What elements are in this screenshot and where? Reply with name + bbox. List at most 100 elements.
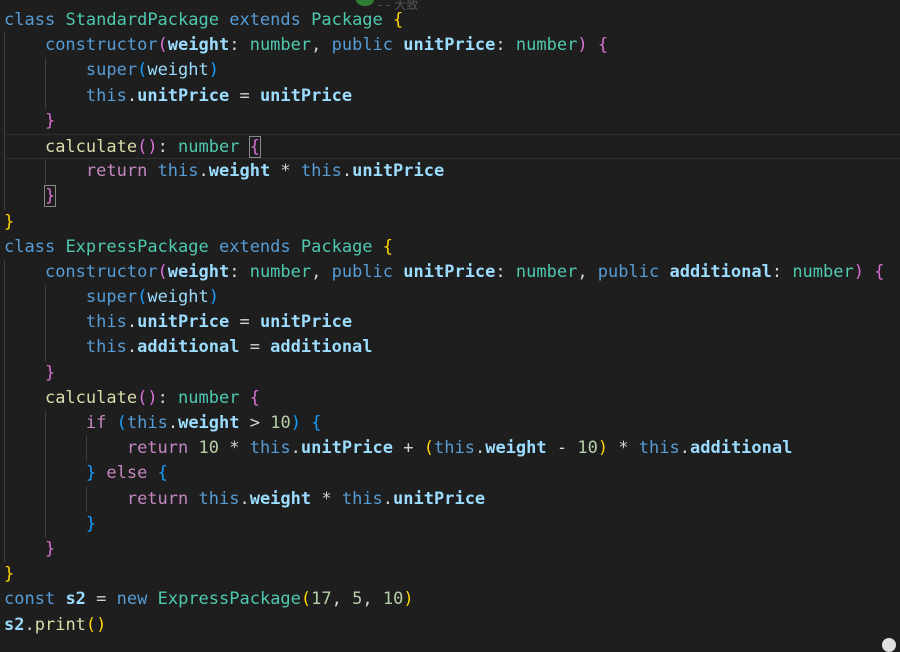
code-token: } [4, 211, 15, 232]
indentation [4, 489, 127, 509]
code-token: * [311, 488, 342, 509]
code-token: ( [423, 438, 434, 459]
indent-guide [4, 259, 5, 286]
code-token: 17 [311, 589, 332, 610]
code-token: , [311, 261, 332, 282]
code-token: * [218, 438, 250, 459]
code-token: ExpressPackage [157, 589, 301, 610]
code-token: { [382, 236, 394, 257]
code-token: this [126, 413, 168, 433]
code-line[interactable]: constructor(weight: number, public unitP… [4, 259, 900, 286]
code-token: > [239, 413, 271, 433]
code-token: print [34, 614, 86, 635]
code-token: * [270, 161, 301, 182]
code-line[interactable]: class StandardPackage extends Package { [4, 8, 900, 33]
code-token: ) [597, 438, 609, 459]
code-token: ) [853, 261, 864, 282]
code-token: 10 [198, 438, 219, 459]
code-token: } [4, 564, 15, 585]
code-line[interactable]: } [4, 562, 900, 587]
code-token: { [597, 35, 609, 56]
code-token: super [85, 287, 138, 308]
indent-guide [4, 33, 5, 59]
code-token: this [85, 312, 127, 333]
indent-guide [44, 310, 46, 336]
indent-guide [4, 83, 5, 109]
code-token: number [792, 261, 854, 282]
indent-guide [85, 436, 87, 462]
code-token: class [4, 10, 56, 30]
code-token: constructor [44, 35, 158, 56]
code-line[interactable]: return 10 * this.unitPrice + (this.weigh… [4, 436, 900, 462]
code-token: unitPrice [403, 35, 496, 56]
indent-guide [4, 134, 5, 159]
code-token: number [178, 136, 240, 157]
code-line[interactable]: this.unitPrice = unitPrice [4, 310, 900, 336]
code-line[interactable]: if (this.weight > 10) { [4, 411, 900, 437]
code-token: s2 [4, 614, 25, 635]
indent-guide [44, 461, 46, 487]
code-line[interactable]: } [4, 536, 900, 563]
code-token: super [85, 60, 138, 81]
code-line[interactable]: constructor(weight: number, public unitP… [4, 33, 900, 59]
indent-guide [44, 335, 46, 361]
indentation [4, 186, 45, 206]
code-line[interactable]: this.additional = additional [4, 335, 900, 361]
code-line[interactable]: calculate(): number { [4, 133, 900, 160]
code-token: const [4, 589, 56, 610]
code-token: = [229, 85, 260, 106]
code-line[interactable]: } [4, 108, 900, 134]
code-line[interactable]: return this.weight * this.unitPrice [4, 159, 900, 185]
code-token: 10 [577, 438, 598, 459]
code-token: weight [167, 35, 230, 56]
code-token: class [4, 236, 56, 257]
code-token: { [249, 387, 260, 408]
code-token: unitPrice [137, 312, 230, 333]
code-token: this [341, 488, 383, 509]
code-token: unitPrice [393, 488, 486, 509]
code-token: else [106, 463, 148, 484]
indentation [4, 388, 45, 408]
code-line[interactable]: } [4, 511, 900, 537]
code-token: unitPrice [300, 438, 394, 459]
code-line[interactable]: class ExpressPackage extends Package { [4, 235, 900, 260]
code-line[interactable]: super(weight) [4, 58, 900, 84]
code-token: return [126, 438, 189, 459]
code-line[interactable]: s2.print() [4, 613, 900, 638]
code-token: + [393, 438, 424, 459]
code-line[interactable]: calculate(): number { [4, 385, 900, 411]
code-token: : [157, 136, 179, 157]
code-token: ) [577, 35, 588, 56]
code-token: : [495, 261, 516, 282]
code-token: extends [229, 10, 301, 30]
code-area[interactable]: class StandardPackage extends Package { … [4, 8, 900, 646]
code-line[interactable]: } [4, 184, 900, 210]
code-line[interactable]: const s2 = new ExpressPackage(17, 5, 10) [4, 587, 900, 612]
indent-guide [85, 486, 87, 512]
indentation [4, 35, 45, 55]
indent-guide [44, 411, 46, 437]
top-status-icon [356, 0, 374, 6]
indent-guide [4, 461, 5, 487]
code-line[interactable]: } else { [4, 461, 900, 487]
code-line[interactable]: return this.weight * this.unitPrice [4, 486, 900, 512]
indent-guide [4, 335, 5, 361]
code-token: additional [270, 337, 373, 358]
indent-guide [4, 486, 5, 512]
code-line[interactable]: } [4, 360, 900, 386]
indentation [4, 363, 45, 383]
code-token: . [126, 85, 138, 106]
code-line[interactable]: super(weight) [4, 285, 900, 311]
code-line[interactable]: } [4, 210, 900, 235]
code-token: extends [218, 236, 291, 257]
code-token: ( [157, 35, 168, 56]
code-line[interactable]: this.unitPrice = unitPrice [4, 83, 900, 109]
